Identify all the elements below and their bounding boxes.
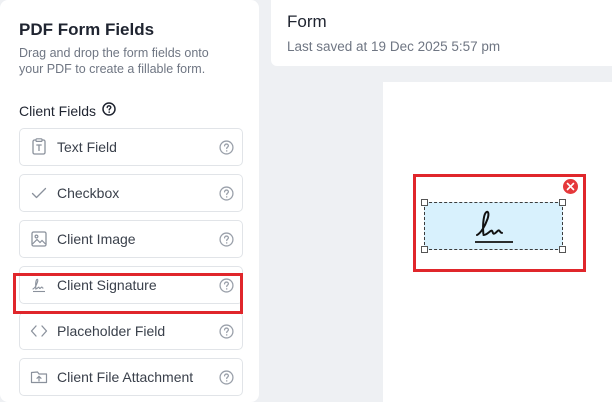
help-icon[interactable]: [219, 232, 234, 252]
field-item-label: Placeholder Field: [57, 323, 166, 339]
help-icon[interactable]: [219, 186, 234, 206]
client-fields-heading-label: Client Fields: [19, 103, 97, 119]
form-fields-sidebar: PDF Form Fields Drag and drop the form f…: [0, 0, 259, 402]
client-fields-heading: Client Fields: [19, 102, 240, 120]
form-header: Form Last saved at 19 Dec 2025 5:57 pm: [271, 0, 612, 66]
help-icon[interactable]: [219, 278, 234, 298]
field-item-label: Text Field: [57, 139, 117, 155]
client-fields-list: Text Field Checkbox Client Image Client …: [19, 128, 243, 396]
resize-handle-bottom-left[interactable]: [421, 246, 428, 253]
help-icon[interactable]: [219, 324, 234, 344]
resize-handle-top-right[interactable]: [559, 199, 566, 206]
field-item-client-image[interactable]: Client Image: [19, 220, 243, 258]
sidebar-title: PDF Form Fields: [19, 20, 155, 39]
text-field-icon: [30, 138, 48, 156]
field-item-label: Client File Attachment: [57, 369, 194, 385]
field-item-label: Checkbox: [57, 185, 120, 201]
help-icon[interactable]: [219, 140, 234, 160]
code-brackets-icon: [30, 322, 48, 340]
field-item-client-signature[interactable]: Client Signature: [19, 266, 243, 304]
folder-upload-icon: [30, 368, 48, 386]
image-icon: [30, 230, 48, 248]
resize-handle-bottom-right[interactable]: [559, 246, 566, 253]
field-item-placeholder-field[interactable]: Placeholder Field: [19, 312, 243, 350]
remove-field-button[interactable]: [563, 179, 578, 194]
field-item-checkbox[interactable]: Checkbox: [19, 174, 243, 212]
help-icon[interactable]: [102, 102, 116, 120]
checkmark-icon: [30, 184, 48, 202]
field-item-label: Client Signature: [57, 277, 157, 293]
resize-handle-top-left[interactable]: [421, 199, 428, 206]
field-item-text-field[interactable]: Text Field: [19, 128, 243, 166]
close-icon: [566, 182, 575, 191]
sidebar-description: Drag and drop the form fields onto your …: [19, 46, 209, 76]
field-item-label: Client Image: [57, 231, 136, 247]
last-saved-status: Last saved at 19 Dec 2025 5:57 pm: [287, 39, 501, 54]
help-icon[interactable]: [219, 370, 234, 390]
page-title: Form: [287, 12, 327, 31]
signature-icon: [30, 276, 48, 294]
signature-icon: [471, 205, 517, 252]
field-item-client-file-attachment[interactable]: Client File Attachment: [19, 358, 243, 396]
